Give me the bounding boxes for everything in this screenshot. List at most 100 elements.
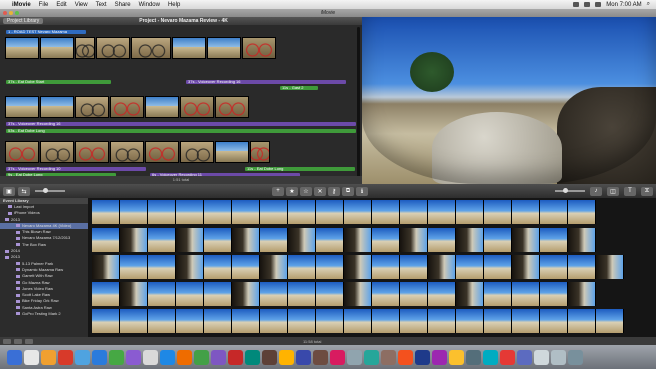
filmstrip-frame[interactable] [568, 200, 596, 224]
menu-view[interactable]: View [75, 2, 88, 8]
filmstrip-row[interactable] [92, 309, 624, 335]
filmstrip-frame[interactable] [204, 309, 232, 333]
menu-app-name[interactable]: iMovie [12, 2, 31, 8]
audio-lane[interactable]: 11s - Gast 2 [280, 86, 318, 90]
dock-app-icon[interactable] [313, 349, 328, 365]
clip-thumb[interactable] [75, 96, 109, 118]
filmstrip-frame[interactable] [400, 309, 428, 333]
event-browser[interactable] [88, 198, 656, 337]
reject-icon[interactable]: ✕ [314, 186, 326, 196]
filmstrip-frame[interactable] [232, 282, 260, 306]
dock-app-icon[interactable] [7, 349, 22, 365]
clip-thumb[interactable] [96, 37, 130, 59]
filmstrip-frame[interactable] [484, 282, 512, 306]
project-library-button[interactable]: Project Library [3, 18, 44, 24]
filmstrip-frame[interactable] [400, 282, 428, 306]
clip-thumb[interactable] [145, 141, 179, 163]
dock-app-icon[interactable] [551, 349, 566, 365]
filmstrip-frame[interactable] [288, 309, 316, 333]
filmstrip-frame[interactable] [540, 309, 568, 333]
dock-app-icon[interactable] [415, 349, 430, 365]
filmstrip-frame[interactable] [344, 309, 372, 333]
filmstrip-frame[interactable] [484, 200, 512, 224]
menu-edit[interactable]: Edit [56, 2, 66, 8]
filmstrip-frame[interactable] [148, 200, 176, 224]
unmark-icon[interactable]: ☆ [300, 186, 312, 196]
filmstrip-frame[interactable] [204, 200, 232, 224]
filmstrip-frame[interactable] [92, 228, 120, 252]
filmstrip-frame[interactable] [568, 255, 596, 279]
dock-app-icon[interactable] [398, 349, 413, 365]
filmstrip-frame[interactable] [288, 200, 316, 224]
filmstrip-frame[interactable] [540, 200, 568, 224]
dock-app-icon[interactable] [381, 349, 396, 365]
dock-app-icon[interactable] [24, 349, 39, 365]
zoom-window-icon[interactable] [15, 11, 19, 15]
volume-slider[interactable] [555, 188, 585, 193]
filmstrip-frame[interactable] [204, 255, 232, 279]
filmstrip-frame[interactable] [120, 200, 148, 224]
filmstrip-frame[interactable] [120, 255, 148, 279]
dock-app-icon[interactable] [160, 349, 175, 365]
voiceover-lane[interactable]: 37s - Voiceover Recording 16 [186, 80, 346, 84]
filmstrip-frame[interactable] [428, 200, 456, 224]
filmstrip-frame[interactable] [540, 282, 568, 306]
dock-app-icon[interactable] [211, 349, 226, 365]
favorite-star-icon[interactable]: ★ [286, 186, 298, 196]
clip-thumb[interactable] [40, 96, 74, 118]
filmstrip-frame[interactable] [596, 255, 624, 279]
event-library-item[interactable]: GoPro Testing Mark 2 [0, 311, 88, 317]
title-lane[interactable]: 1 - ROAD TEST Nevaro Mazama [6, 30, 86, 34]
filmstrip-frame[interactable] [92, 282, 120, 306]
filmstrip-frame[interactable] [428, 228, 456, 252]
filmstrip-frame[interactable] [176, 200, 204, 224]
filmstrip-frame[interactable] [92, 255, 120, 279]
filmstrip-frame[interactable] [484, 228, 512, 252]
clip-thumb[interactable] [110, 96, 144, 118]
clip-thumb[interactable] [172, 37, 206, 59]
dock-app-icon[interactable] [296, 349, 311, 365]
filmstrip-frame[interactable] [232, 200, 260, 224]
clip-thumb[interactable] [242, 37, 276, 59]
filmstrip-frame[interactable] [372, 309, 400, 333]
filmstrip-frame[interactable] [260, 255, 288, 279]
filmstrip-frame[interactable] [456, 282, 484, 306]
dock-app-icon[interactable] [92, 349, 107, 365]
filmstrip-frame[interactable] [260, 309, 288, 333]
dock-app-icon[interactable] [534, 349, 549, 365]
audio-lane[interactable]: 53s - Eat Dobe Long [6, 129, 356, 133]
inspector-icon[interactable]: ℹ [356, 186, 368, 196]
show-menu-icon[interactable] [25, 338, 33, 344]
clip-thumb[interactable] [75, 37, 95, 59]
dock-app-icon[interactable] [279, 349, 294, 365]
filmstrip-frame[interactable] [540, 255, 568, 279]
filmstrip-frame[interactable] [176, 228, 204, 252]
filmstrip-frame[interactable] [512, 228, 540, 252]
wifi-icon[interactable] [584, 2, 591, 7]
clip-thumb[interactable] [145, 96, 179, 118]
filmstrip-frame[interactable] [400, 228, 428, 252]
filmstrip-frame[interactable] [344, 282, 372, 306]
filmstrip-frame[interactable] [372, 228, 400, 252]
menu-window[interactable]: Window [139, 2, 160, 8]
volume-icon[interactable] [595, 2, 602, 7]
filmstrip-frame[interactable] [400, 255, 428, 279]
filmstrip-frame[interactable] [288, 228, 316, 252]
filmstrip-frame[interactable] [484, 255, 512, 279]
crop-icon[interactable]: ⧉ [342, 186, 354, 196]
filmstrip-frame[interactable] [428, 309, 456, 333]
clip-thumb[interactable] [207, 37, 241, 59]
add-event-icon[interactable] [3, 338, 11, 344]
dock-app-icon[interactable] [483, 349, 498, 365]
dock-app-icon[interactable] [517, 349, 532, 365]
audio-lane[interactable]: 11s - Eat Dobe Long [245, 167, 355, 171]
filmstrip-frame[interactable] [316, 255, 344, 279]
clip-thumb[interactable] [131, 37, 171, 59]
filmstrip-frame[interactable] [148, 309, 176, 333]
filmstrip-frame[interactable] [456, 309, 484, 333]
clip-thumb[interactable] [215, 96, 249, 118]
dock-app-icon[interactable] [568, 349, 583, 365]
filmstrip-frame[interactable] [512, 282, 540, 306]
filmstrip-frame[interactable] [456, 200, 484, 224]
close-window-icon[interactable] [3, 11, 7, 15]
